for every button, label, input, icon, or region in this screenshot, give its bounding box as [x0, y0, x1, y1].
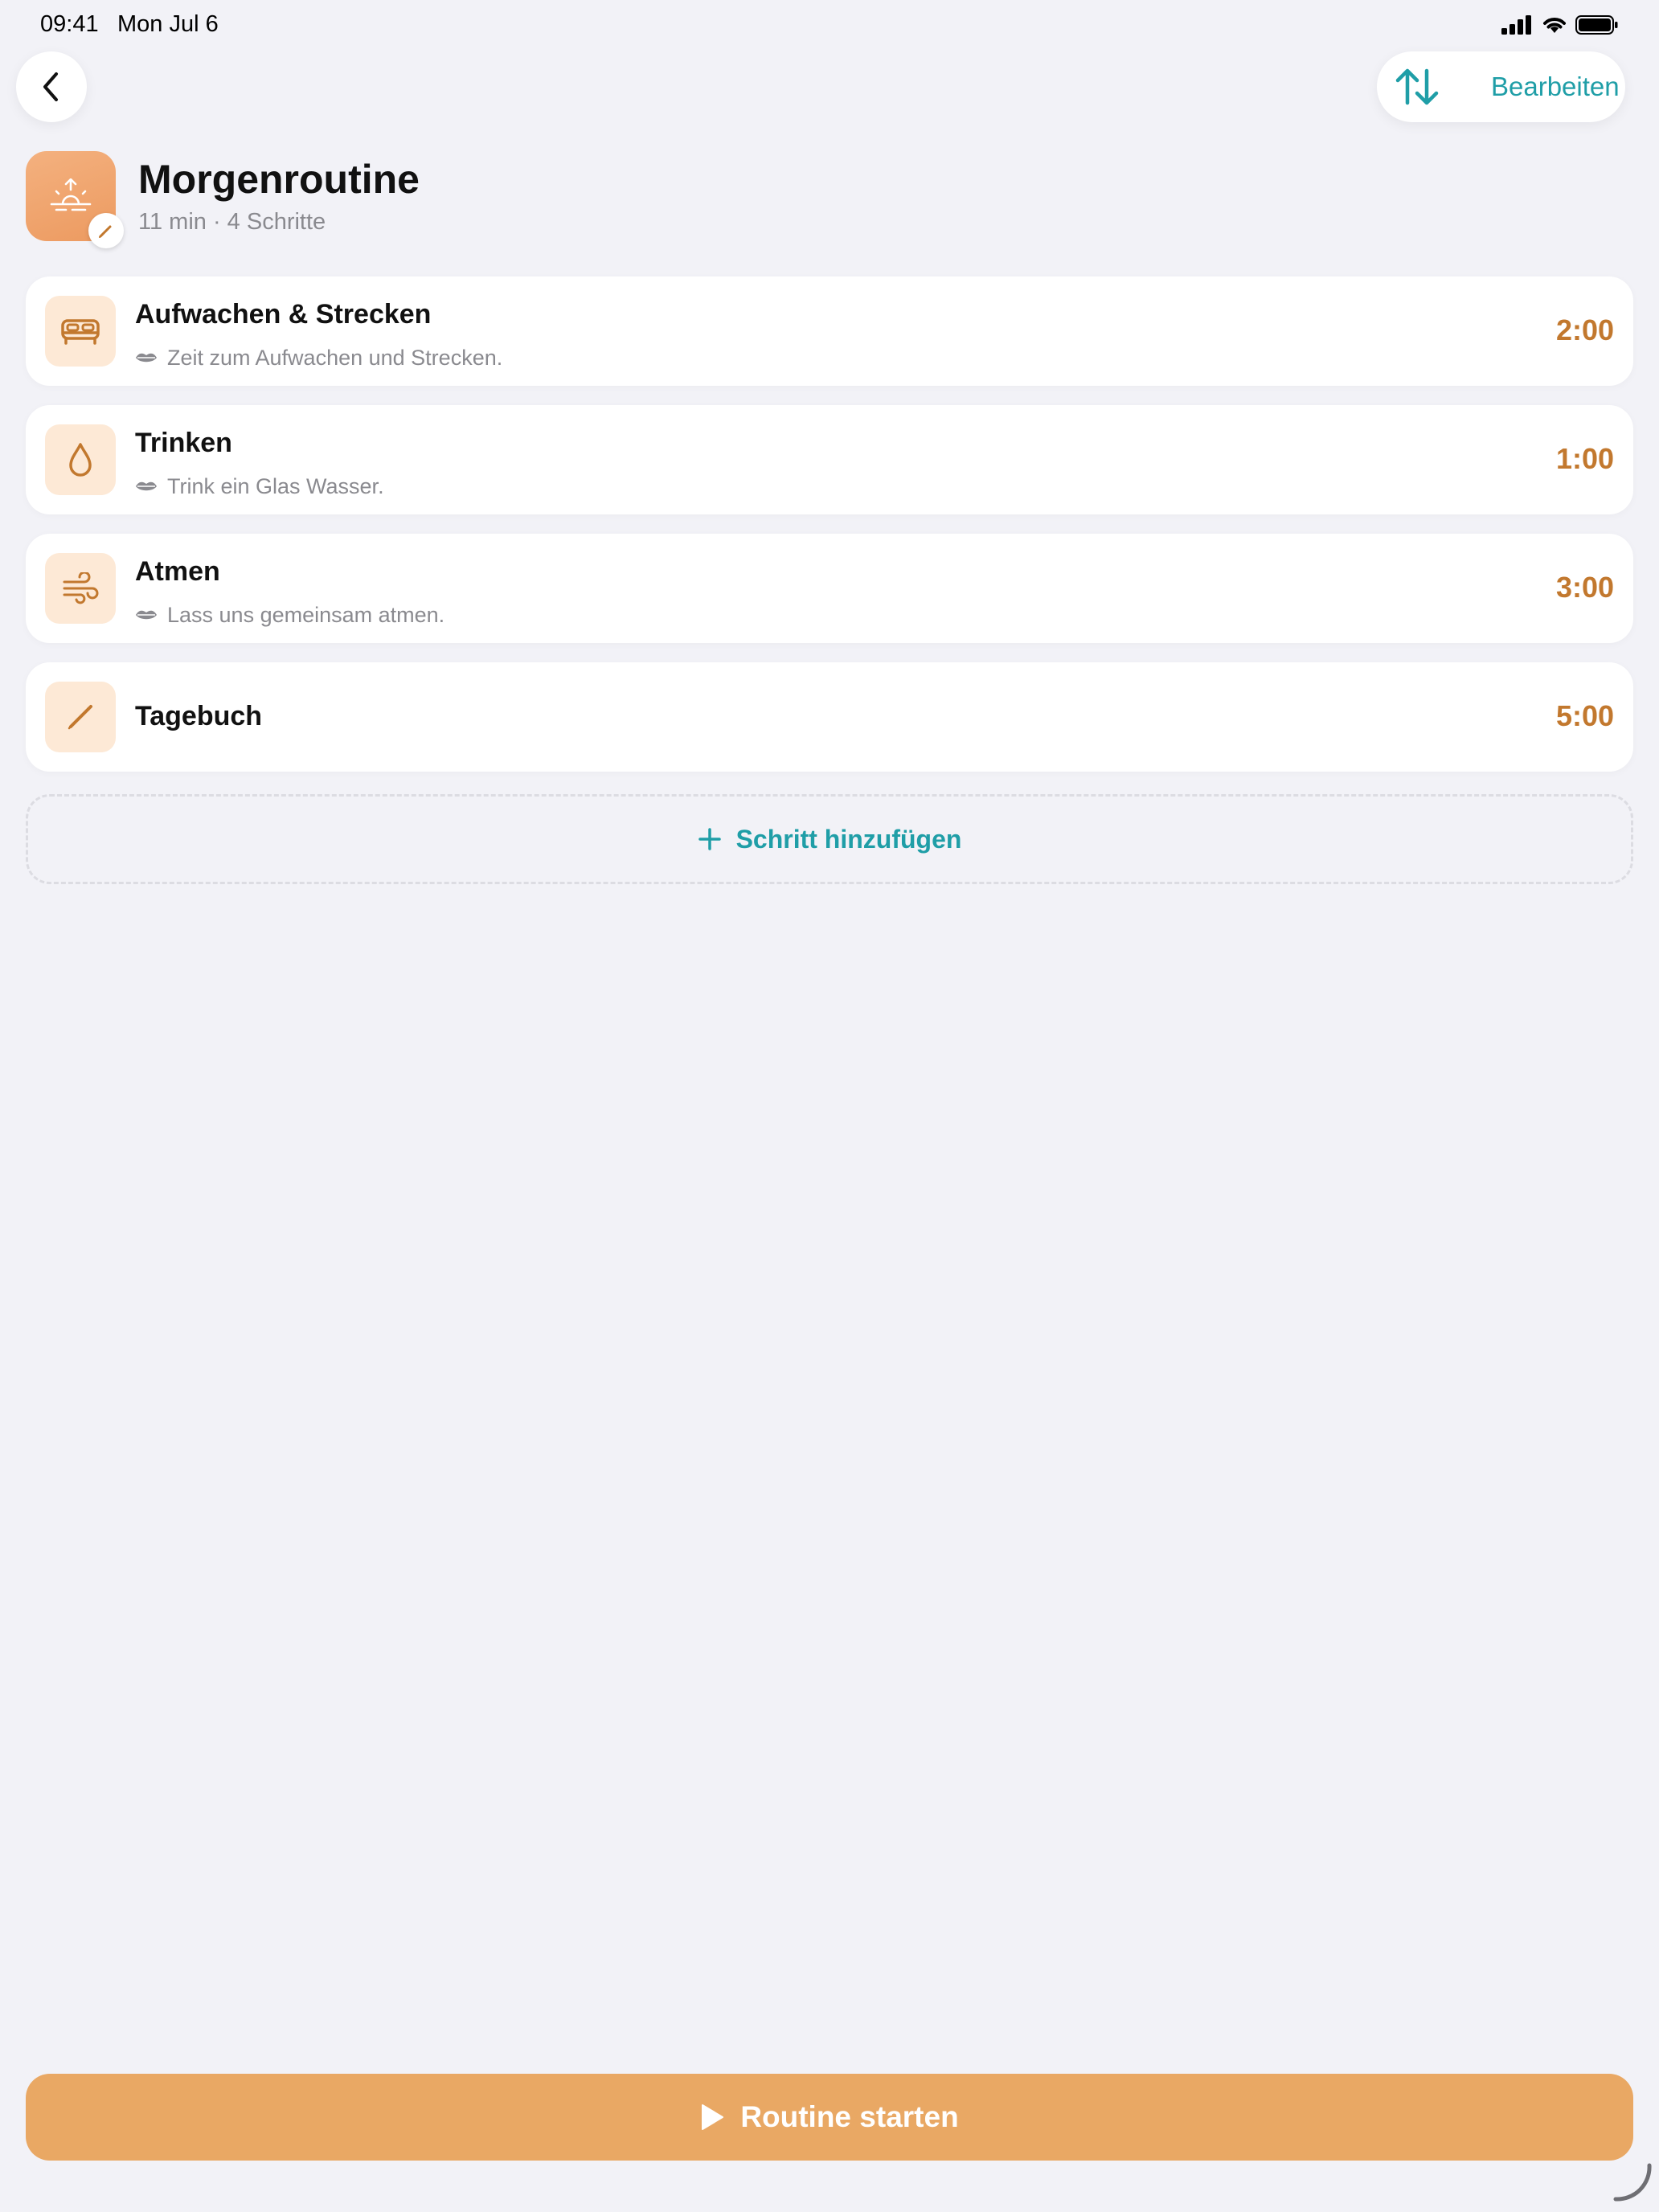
wind-icon	[63, 572, 99, 604]
bed-icon	[61, 319, 100, 345]
step-row[interactable]: Tagebuch 5:00	[26, 662, 1633, 772]
add-step-label: Schritt hinzufügen	[735, 824, 962, 854]
step-description: Lass uns gemeinsam atmen.	[135, 603, 444, 627]
battery-icon	[1575, 15, 1618, 35]
step-description-text: Lass uns gemeinsam atmen.	[167, 602, 445, 627]
lips-icon	[136, 481, 157, 491]
step-icon-tile	[45, 682, 116, 752]
play-icon	[702, 2104, 724, 2130]
step-description: Trink ein Glas Wasser.	[135, 474, 384, 498]
cellular-signal-icon	[1501, 15, 1531, 35]
step-duration: 5:00	[1555, 699, 1614, 732]
status-date: Mon Jul 6	[117, 11, 219, 37]
corner-resize-indicator	[1613, 2163, 1652, 2202]
step-row[interactable]: Atmen Lass uns gemeinsam atmen. 3:00	[26, 534, 1633, 643]
step-title: Tagebuch	[135, 701, 263, 731]
lips-icon	[136, 353, 157, 363]
step-duration: 3:00	[1555, 571, 1614, 604]
toolbar-pill: Bearbeiten	[1377, 51, 1625, 122]
step-title: Aufwachen & Strecken	[135, 299, 432, 330]
start-routine-label: Routine starten	[740, 2100, 959, 2133]
wifi-icon	[1543, 18, 1566, 33]
step-title: Atmen	[135, 556, 220, 587]
page-title: Morgenroutine	[138, 157, 420, 202]
edit-routine-icon-button[interactable]	[88, 213, 124, 248]
step-duration: 1:00	[1555, 442, 1614, 475]
status-time: 09:41	[40, 11, 99, 37]
step-description: Zeit zum Aufwachen und Strecken.	[135, 346, 502, 370]
step-row[interactable]: Trinken Trink ein Glas Wasser. 1:00	[26, 405, 1633, 514]
back-button[interactable]	[16, 51, 87, 122]
step-icon-tile	[45, 553, 116, 624]
step-duration: 2:00	[1555, 313, 1614, 346]
status-bar: 09:41 Mon Jul 6	[0, 0, 1659, 51]
step-row[interactable]: Aufwachen & Strecken Zeit zum Aufwachen …	[26, 276, 1633, 386]
status-icons	[1501, 13, 1619, 37]
edit-button[interactable]: Bearbeiten	[1491, 72, 1620, 102]
reorder-button[interactable]	[1377, 51, 1457, 122]
routine-detail-screen: 09:41 Mon Jul 6 Bearbeiten Morgenroutine…	[0, 0, 1659, 2212]
add-step-button[interactable]: Schritt hinzufügen	[26, 794, 1633, 884]
lips-icon	[136, 610, 157, 620]
pencil-icon	[68, 705, 92, 730]
routine-summary: 11 min · 4 Schritte	[138, 209, 326, 235]
sunrise-icon	[50, 178, 92, 211]
sort-arrows-icon	[1395, 68, 1439, 105]
step-title: Trinken	[135, 428, 232, 458]
step-description-text: Zeit zum Aufwachen und Strecken.	[167, 345, 503, 370]
step-icon-tile	[45, 424, 116, 495]
step-description-text: Trink ein Glas Wasser.	[167, 473, 384, 498]
pencil-icon	[99, 225, 112, 238]
start-routine-button[interactable]: Routine starten	[26, 2074, 1633, 2161]
water-drop-icon	[69, 443, 92, 477]
plus-icon	[698, 828, 721, 850]
step-icon-tile	[45, 296, 116, 367]
chevron-left-icon	[43, 72, 58, 101]
